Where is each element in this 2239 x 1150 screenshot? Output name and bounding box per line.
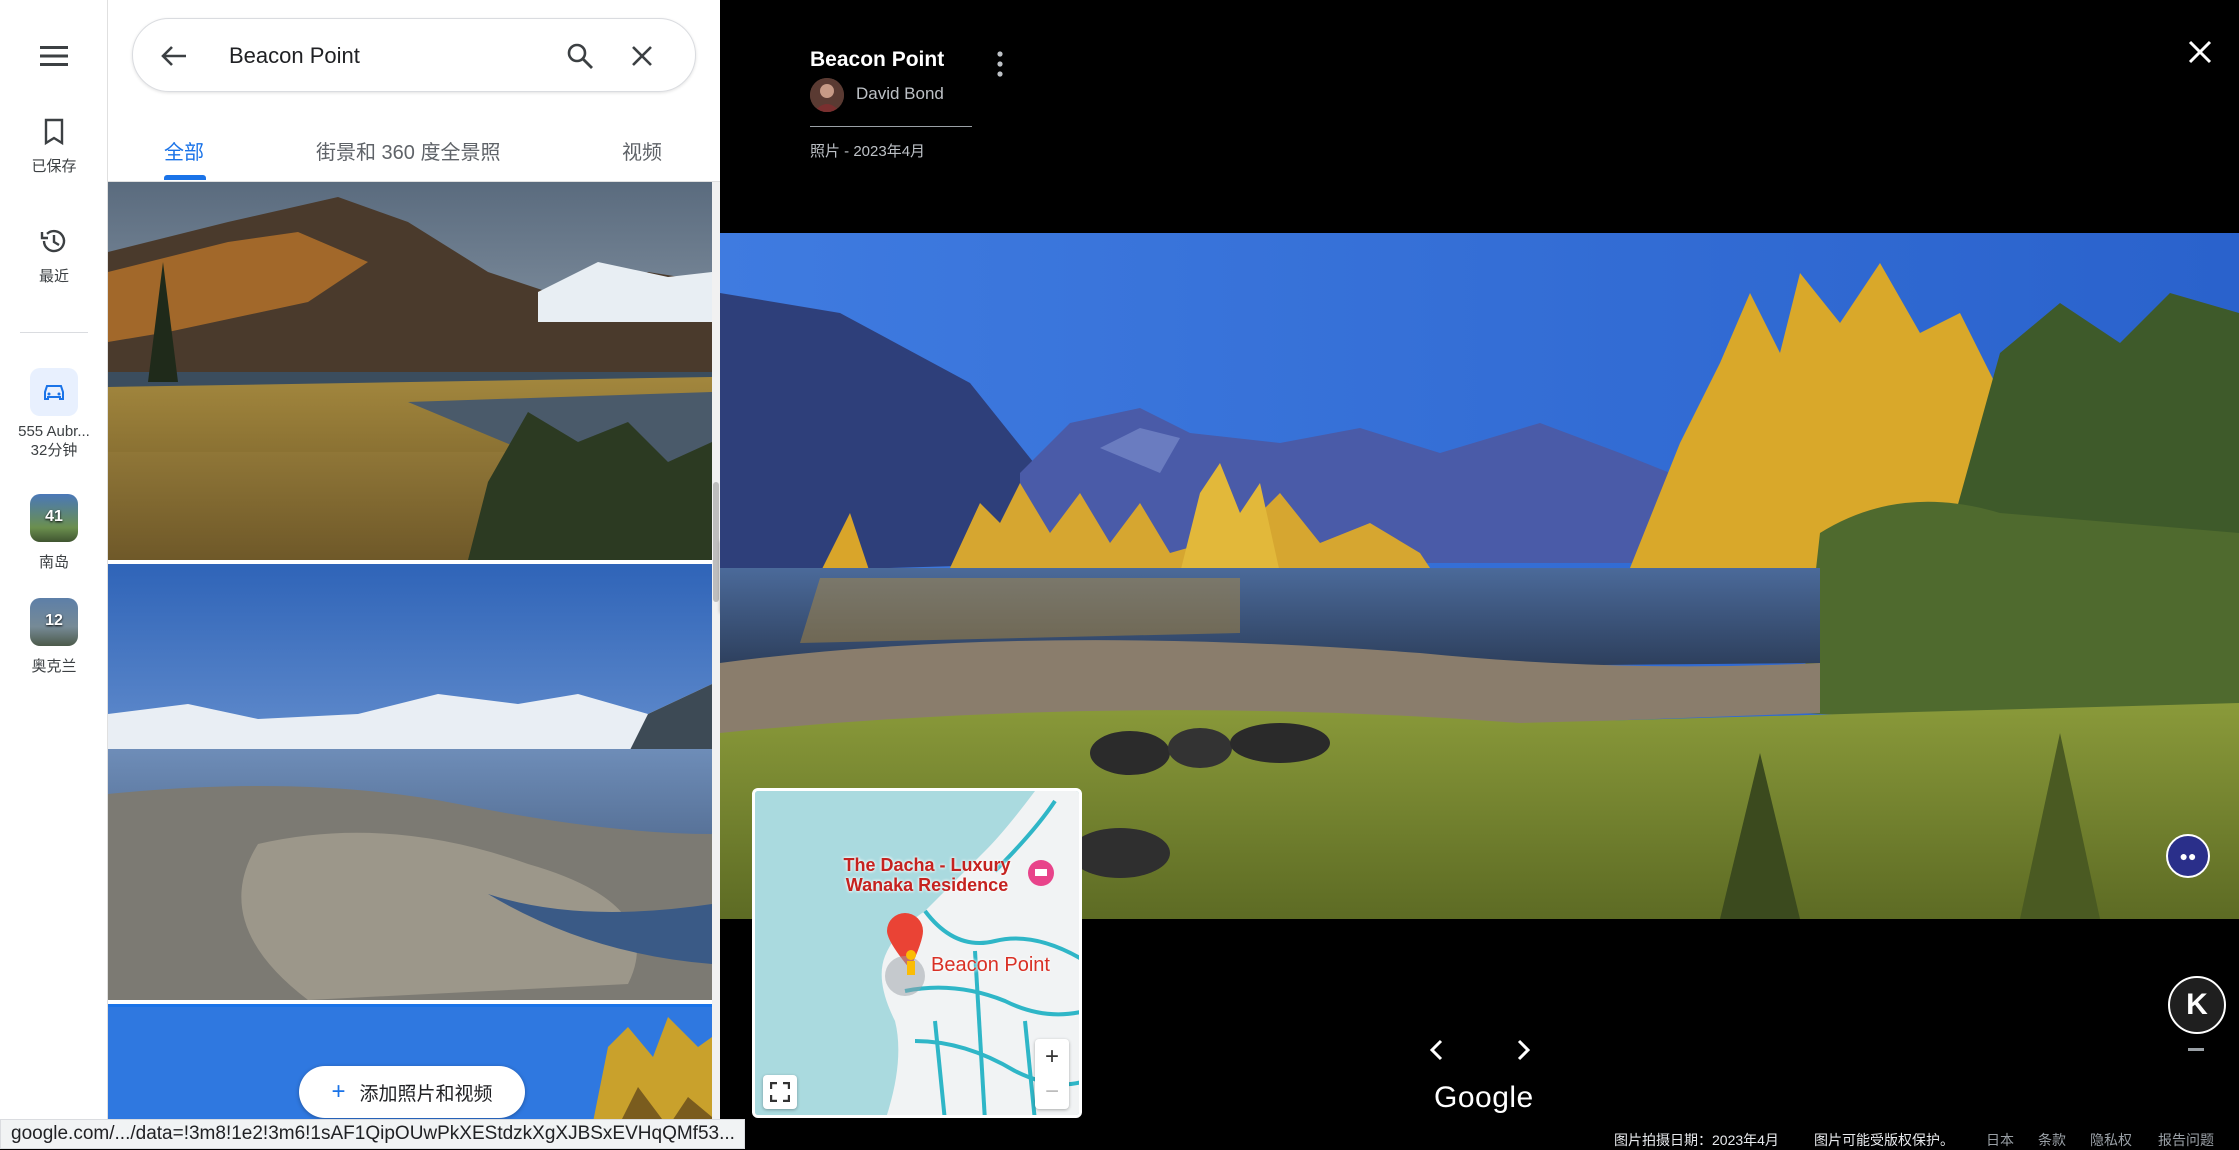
photo-viewer: Beacon Point David Bond 照片 - 2023年4月 ●● … [720, 0, 2239, 1149]
capture-date: 图片拍摄日期：2023年4月 [1614, 1132, 1779, 1148]
saved-label: 已保存 [31, 158, 77, 175]
trip-label: 555 Aubr... [18, 423, 90, 440]
left-rail: 已保存 最近 555 Aubr... 32分钟 41 南岛 12 奥克兰 [0, 0, 108, 1149]
author-name[interactable]: David Bond [856, 84, 944, 104]
search-input[interactable]: Beacon Point [229, 43, 360, 69]
list-count: 12 [45, 612, 63, 629]
bookmark-icon [43, 118, 65, 150]
extension-badge[interactable]: K [2168, 976, 2226, 1034]
tab-all[interactable]: 全部 [164, 136, 204, 165]
recent-button[interactable]: 最近 [0, 226, 108, 286]
photo-grid [108, 182, 712, 1119]
author-underline [810, 126, 972, 127]
zoom-in-button[interactable]: + [1035, 1039, 1069, 1074]
add-photos-label: 添加照片和视频 [359, 1083, 493, 1105]
menu-icon[interactable] [34, 38, 74, 74]
clear-icon[interactable] [623, 37, 661, 75]
photo-date: 照片 - 2023年4月 [810, 143, 926, 160]
tab-street-view[interactable]: 街景和 360 度全景照 [316, 136, 500, 165]
photo-thumbnail[interactable] [108, 564, 712, 1000]
status-bar-url: google.com/.../data=!3m8!1e2!3m6!1sAF1Qi… [0, 1119, 745, 1149]
list-south-island[interactable]: 41 南岛 [0, 494, 108, 572]
mini-map[interactable]: The Dacha - Luxury Wanaka Residence Beac… [752, 788, 1082, 1118]
list-thumbnail: 41 [30, 494, 78, 542]
author-avatar[interactable] [810, 78, 844, 112]
next-photo-button[interactable] [1504, 1030, 1544, 1070]
car-icon [30, 368, 78, 416]
photo-thumbnail[interactable] [108, 182, 712, 560]
back-arrow-icon[interactable] [155, 37, 193, 75]
fullscreen-icon [770, 1082, 790, 1102]
tab-videos[interactable]: 视频 [622, 136, 662, 165]
recent-label: 最近 [38, 268, 69, 285]
history-icon [39, 229, 69, 260]
badge-underline [2188, 1048, 2204, 1051]
saved-button[interactable]: 已保存 [0, 118, 108, 176]
photo-panel: Beacon Point 全部 街景和 360 度全景照 视频 + 添加照片和视… [108, 0, 720, 1149]
more-options-icon[interactable] [992, 50, 1008, 78]
plus-icon: + [331, 1078, 346, 1105]
list-auckland[interactable]: 12 奥克兰 [0, 598, 108, 676]
photo-title: Beacon Point [810, 48, 945, 71]
list-label: 奥克兰 [31, 658, 77, 675]
report-link[interactable]: 报告问题 [2158, 1130, 2214, 1150]
chevron-left-icon [1429, 1039, 1443, 1061]
close-icon[interactable] [2180, 32, 2220, 72]
scrollbar-thumb[interactable] [713, 482, 719, 602]
chevron-right-icon [1517, 1039, 1531, 1061]
region-link[interactable]: 日本 [1986, 1130, 2014, 1150]
map-poi-label[interactable]: The Dacha - Luxury Wanaka Residence [837, 855, 1017, 895]
list-label: 南岛 [38, 554, 69, 571]
vision-icon[interactable]: ●● [2166, 834, 2210, 878]
trip-button[interactable]: 555 Aubr... 32分钟 [0, 368, 108, 460]
map-zoom-controls: + − [1035, 1039, 1069, 1109]
rail-divider [20, 332, 88, 333]
fullscreen-button[interactable] [763, 1075, 797, 1109]
previous-photo-button[interactable] [1416, 1030, 1456, 1070]
search-icon[interactable] [561, 37, 599, 75]
map-place-label[interactable]: Beacon Point [931, 954, 1050, 977]
add-photos-button[interactable]: + 添加照片和视频 [299, 1066, 525, 1118]
trip-duration: 32分钟 [30, 442, 78, 459]
photo-tabs: 全部 街景和 360 度全景照 视频 [108, 108, 720, 182]
search-box[interactable]: Beacon Point [132, 18, 696, 92]
list-count: 41 [45, 508, 63, 525]
terms-link[interactable]: 条款 [2038, 1130, 2066, 1150]
google-logo: Google [1434, 1081, 1534, 1114]
privacy-link[interactable]: 隐私权 [2090, 1130, 2132, 1150]
list-thumbnail: 12 [30, 598, 78, 646]
copyright-notice: 图片可能受版权保护。 [1814, 1132, 1954, 1148]
panel-scrollbar[interactable] [712, 182, 720, 1119]
zoom-out-button[interactable]: − [1035, 1074, 1069, 1109]
active-tab-indicator [164, 175, 206, 180]
